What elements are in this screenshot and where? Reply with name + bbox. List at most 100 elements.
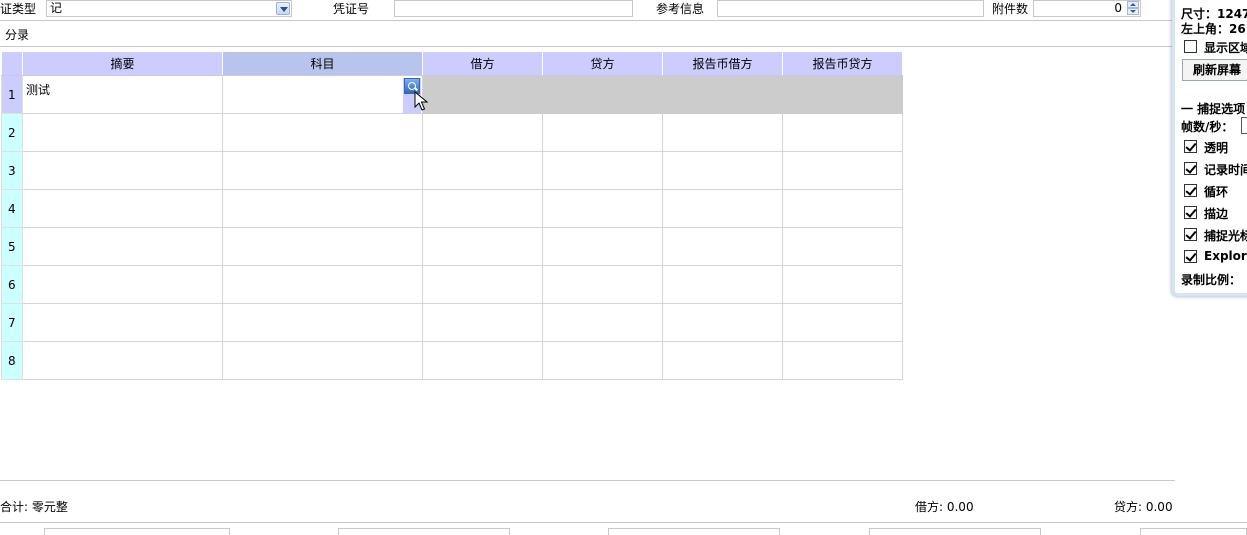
debit-cell[interactable] (422, 341, 543, 380)
report-credit-cell[interactable] (782, 303, 903, 342)
spin-down-icon[interactable] (1127, 8, 1139, 15)
record-ratio-label: 录制比例： (1181, 273, 1242, 287)
debit-cell[interactable] (422, 265, 543, 304)
account-cell[interactable] (222, 227, 423, 266)
summary-cell[interactable] (22, 341, 223, 380)
option-checkbox-record-time[interactable] (1184, 162, 1197, 175)
voucher-type-value: 记 (50, 1, 63, 15)
summary-cell[interactable] (22, 113, 223, 152)
credit-cell[interactable] (542, 151, 663, 190)
report-debit-cell[interactable] (662, 341, 783, 380)
account-cell[interactable] (222, 75, 423, 114)
credit-cell[interactable] (542, 303, 663, 342)
account-cell[interactable] (222, 341, 423, 380)
report-credit-cell[interactable] (782, 113, 903, 152)
bottom-field[interactable] (44, 528, 230, 535)
option-checkbox-transparent[interactable] (1184, 140, 1197, 153)
bottom-field[interactable] (338, 528, 510, 535)
voucher-type-select[interactable]: 记 (46, 0, 292, 17)
column-header-account[interactable]: 科目 (222, 51, 423, 76)
row-number[interactable]: 7 (1, 303, 23, 342)
column-header-debit[interactable]: 借方 (422, 51, 543, 76)
option-checkbox-explorer[interactable] (1184, 250, 1197, 263)
report-credit-cell[interactable] (782, 265, 903, 304)
show-region-checkbox[interactable] (1184, 40, 1197, 53)
grid-corner[interactable] (1, 51, 23, 76)
credit-cell[interactable] (542, 227, 663, 266)
chevron-down-icon[interactable] (276, 2, 290, 15)
column-header-report-credit[interactable]: 报告币贷方 (782, 51, 903, 76)
report-debit-cell[interactable] (662, 113, 783, 152)
row-number[interactable]: 5 (1, 227, 23, 266)
debit-cell[interactable] (422, 189, 543, 228)
bottom-field[interactable] (869, 528, 1041, 535)
column-header-credit[interactable]: 贷方 (542, 51, 663, 76)
debit-cell[interactable] (422, 227, 543, 266)
account-cell[interactable] (222, 151, 423, 190)
row-number[interactable]: 8 (1, 341, 23, 380)
row-number[interactable]: 3 (1, 151, 23, 190)
voucher-number-field[interactable] (394, 0, 633, 17)
debit-cell[interactable] (422, 151, 543, 190)
reference-info-field[interactable] (717, 0, 984, 17)
credit-cell[interactable] (542, 341, 663, 380)
footer-divider (0, 480, 1175, 481)
entries-grid: 摘要 科目 借方 贷方 报告币借方 报告币贷方 1 测试 2 3 4 5 6 7… (1, 51, 903, 380)
row-number[interactable]: 4 (1, 189, 23, 228)
fps-input[interactable] (1241, 117, 1247, 134)
row-number[interactable]: 6 (1, 265, 23, 304)
debit-cell[interactable] (422, 113, 543, 152)
credit-cell[interactable] (542, 265, 663, 304)
bottom-field[interactable] (1140, 528, 1247, 535)
summary-cell[interactable] (22, 227, 223, 266)
row-number[interactable]: 1 (1, 75, 23, 114)
account-cell[interactable] (222, 113, 423, 152)
option-checkbox-loop[interactable] (1184, 184, 1197, 197)
report-credit-cell[interactable] (782, 341, 903, 380)
column-header-report-debit[interactable]: 报告币借方 (662, 51, 783, 76)
account-cell[interactable] (222, 265, 423, 304)
report-credit-cell[interactable] (782, 227, 903, 266)
summary-cell[interactable] (22, 303, 223, 342)
report-credit-cell[interactable] (782, 75, 903, 114)
report-credit-cell[interactable] (782, 151, 903, 190)
credit-cell[interactable] (542, 113, 663, 152)
table-row: 5 (1, 227, 903, 266)
summary-cell[interactable]: 测试 (22, 75, 223, 114)
total-amount-text: 合计: 零元整 (0, 500, 68, 514)
row-number[interactable]: 2 (1, 113, 23, 152)
option-checkbox-capture-cursor[interactable] (1184, 228, 1197, 241)
report-debit-cell[interactable] (662, 189, 783, 228)
attachments-spin-buttons[interactable] (1127, 1, 1139, 16)
account-cell[interactable] (222, 189, 423, 228)
option-label: 循环 (1204, 185, 1229, 199)
header-divider (0, 20, 1175, 21)
section-divider (0, 46, 1175, 47)
spin-up-icon[interactable] (1127, 1, 1139, 8)
summary-cell[interactable] (22, 265, 223, 304)
option-checkbox-outline[interactable] (1184, 206, 1197, 219)
credit-cell[interactable] (542, 75, 663, 114)
capture-tool-panel: 尺寸：1247 左上角：26 显示区域 刷新屏幕 一 捕捉选项 帧数/秒： 透明… (1172, 0, 1247, 296)
attachments-stepper[interactable]: 0 (1033, 0, 1141, 17)
account-cell[interactable] (222, 303, 423, 342)
bottom-field[interactable] (608, 528, 780, 535)
report-debit-cell[interactable] (662, 151, 783, 190)
debit-cell[interactable] (422, 75, 543, 114)
credit-cell[interactable] (542, 189, 663, 228)
report-credit-cell[interactable] (782, 189, 903, 228)
arrow-cursor-icon (414, 91, 428, 111)
summary-cell[interactable] (22, 189, 223, 228)
report-debit-cell[interactable] (662, 265, 783, 304)
column-header-summary[interactable]: 摘要 (22, 51, 223, 76)
debit-cell[interactable] (422, 303, 543, 342)
refresh-screen-button[interactable]: 刷新屏幕 (1182, 59, 1247, 81)
voucher-type-label: 证类型 (0, 2, 37, 16)
option-label: 记录时间 (1204, 163, 1247, 177)
summary-cell[interactable] (22, 151, 223, 190)
capture-options-title: 一 捕捉选项 (1181, 102, 1246, 116)
table-row: 6 (1, 265, 903, 304)
report-debit-cell[interactable] (662, 227, 783, 266)
report-debit-cell[interactable] (662, 303, 783, 342)
report-debit-cell[interactable] (662, 75, 783, 114)
